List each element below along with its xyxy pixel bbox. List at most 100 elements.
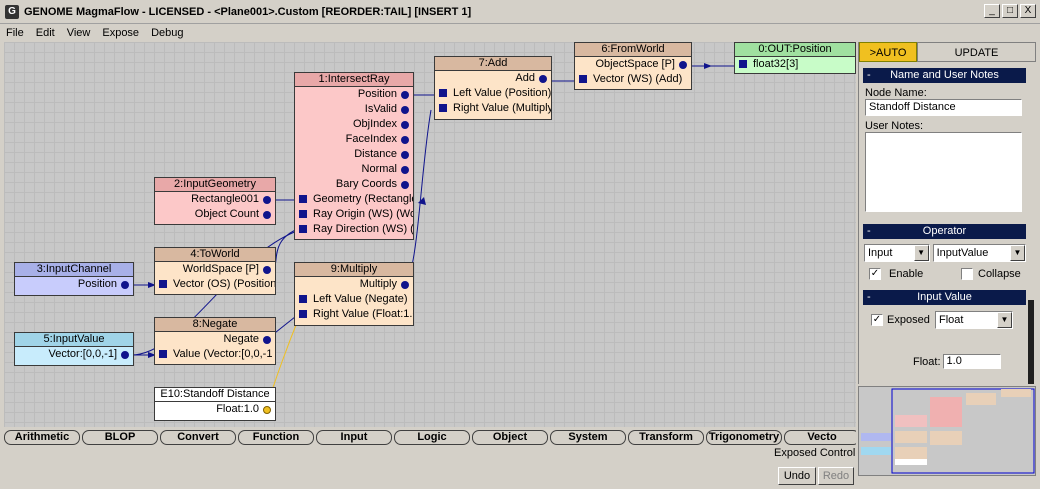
- section-name-notes[interactable]: - Name and User Notes: [863, 68, 1026, 83]
- collapse-icon[interactable]: -: [867, 290, 871, 305]
- minimap[interactable]: [858, 386, 1036, 476]
- output-port[interactable]: Bary Coords: [295, 177, 413, 192]
- output-port[interactable]: Normal: [295, 162, 413, 177]
- input-port[interactable]: Vector (OS) (Position: [155, 277, 275, 292]
- enable-checkbox[interactable]: ✓: [869, 268, 881, 280]
- socket-out-icon[interactable]: [263, 211, 271, 219]
- node-out-position[interactable]: 0:OUT:Position float32[3]: [734, 42, 856, 74]
- dropdown-arrow-icon[interactable]: ▼: [913, 245, 929, 261]
- collapse-icon[interactable]: -: [867, 68, 871, 83]
- collapse-checkbox[interactable]: [961, 268, 973, 280]
- menu-expose[interactable]: Expose: [96, 27, 145, 39]
- value-type-select[interactable]: Float ▼: [935, 311, 1013, 329]
- node-intersect-ray[interactable]: 1:IntersectRay Position IsValid ObjIndex…: [294, 72, 414, 240]
- category-trigonometry[interactable]: Trigonometry: [706, 430, 782, 445]
- section-operator[interactable]: - Operator: [863, 224, 1026, 239]
- socket-in-icon[interactable]: [439, 104, 447, 112]
- socket-in-icon[interactable]: [299, 195, 307, 203]
- output-port[interactable]: Add: [435, 71, 551, 86]
- socket-out-icon[interactable]: [401, 181, 409, 189]
- close-button[interactable]: X: [1020, 4, 1036, 18]
- menu-edit[interactable]: Edit: [30, 27, 61, 39]
- category-logic[interactable]: Logic: [394, 430, 470, 445]
- category-system[interactable]: System: [550, 430, 626, 445]
- output-port[interactable]: Negate: [155, 332, 275, 347]
- socket-out-icon[interactable]: [401, 106, 409, 114]
- node-name-field[interactable]: Standoff Distance: [865, 99, 1022, 116]
- output-port[interactable]: Multiply: [295, 277, 413, 292]
- socket-in-icon[interactable]: [299, 210, 307, 218]
- output-port[interactable]: ObjectSpace [P]: [575, 57, 691, 72]
- socket-out-icon[interactable]: [401, 166, 409, 174]
- input-port[interactable]: Right Value (Multiply): [435, 101, 551, 116]
- input-port[interactable]: Ray Direction (WS) (: [295, 222, 413, 237]
- user-notes-field[interactable]: [865, 132, 1022, 212]
- input-port[interactable]: Ray Origin (WS) (Wo: [295, 207, 413, 222]
- auto-tab[interactable]: >AUTO: [859, 42, 917, 62]
- dropdown-arrow-icon[interactable]: ▼: [1010, 245, 1025, 261]
- input-port[interactable]: Right Value (Float:1.0: [295, 307, 413, 322]
- socket-out-icon[interactable]: [539, 75, 547, 83]
- undo-button[interactable]: Undo: [778, 467, 816, 485]
- output-port[interactable]: FaceIndex: [295, 132, 413, 147]
- socket-out-icon[interactable]: [121, 281, 129, 289]
- menu-file[interactable]: File: [0, 27, 30, 39]
- socket-out-icon[interactable]: [679, 61, 687, 69]
- input-port[interactable]: Geometry (Rectangle: [295, 192, 413, 207]
- category-arithmetic[interactable]: Arithmetic: [4, 430, 80, 445]
- collapse-icon[interactable]: -: [867, 224, 871, 239]
- node-to-world[interactable]: 4:ToWorld WorldSpace [P] Vector (OS) (Po…: [154, 247, 276, 295]
- socket-out-icon[interactable]: [263, 406, 271, 414]
- node-input-geometry[interactable]: 2:InputGeometry Rectangle001 Object Coun…: [154, 177, 276, 225]
- input-port[interactable]: Left Value (Position): [435, 86, 551, 101]
- socket-out-icon[interactable]: [401, 121, 409, 129]
- output-port[interactable]: Position: [15, 277, 133, 292]
- node-negate[interactable]: 8:Negate Negate Value (Vector:[0,0,-1: [154, 317, 276, 365]
- menu-debug[interactable]: Debug: [145, 27, 189, 39]
- output-port[interactable]: Position: [295, 87, 413, 102]
- socket-in-icon[interactable]: [299, 225, 307, 233]
- socket-out-icon[interactable]: [401, 281, 409, 289]
- socket-out-icon[interactable]: [263, 336, 271, 344]
- socket-in-icon[interactable]: [299, 295, 307, 303]
- float-spinner[interactable]: 1.0: [942, 354, 1001, 369]
- category-function[interactable]: Function: [238, 430, 314, 445]
- redo-button[interactable]: Redo: [818, 467, 854, 485]
- category-transform[interactable]: Transform: [628, 430, 704, 445]
- socket-out-icon[interactable]: [401, 136, 409, 144]
- operator-type-select[interactable]: Input ▼: [864, 244, 930, 262]
- output-port[interactable]: Object Count: [155, 207, 275, 222]
- input-port[interactable]: Vector (WS) (Add): [575, 72, 691, 87]
- socket-in-icon[interactable]: [439, 89, 447, 97]
- panel-scrollbar[interactable]: [1028, 300, 1034, 384]
- minimize-button[interactable]: _: [984, 4, 1000, 18]
- socket-out-icon[interactable]: [121, 351, 129, 359]
- update-button[interactable]: UPDATE: [917, 42, 1036, 62]
- category-vector[interactable]: Vecto: [784, 430, 856, 445]
- output-port[interactable]: Rectangle001: [155, 192, 275, 207]
- node-from-world[interactable]: 6:FromWorld ObjectSpace [P] Vector (WS) …: [574, 42, 692, 90]
- dropdown-arrow-icon[interactable]: ▼: [997, 312, 1012, 328]
- node-input-channel[interactable]: 3:InputChannel Position: [14, 262, 134, 296]
- output-port[interactable]: WorldSpace [P]: [155, 262, 275, 277]
- maximize-button[interactable]: □: [1002, 4, 1018, 18]
- output-port[interactable]: Float:1.0: [155, 402, 275, 417]
- operator-subtype-select[interactable]: InputValue ▼: [932, 244, 1026, 262]
- socket-in-icon[interactable]: [159, 350, 167, 358]
- socket-out-icon[interactable]: [401, 151, 409, 159]
- node-multiply[interactable]: 9:Multiply Multiply Left Value (Negate) …: [294, 262, 414, 326]
- socket-in-icon[interactable]: [159, 280, 167, 288]
- socket-out-icon[interactable]: [401, 91, 409, 99]
- socket-in-icon[interactable]: [299, 310, 307, 318]
- output-port[interactable]: Distance: [295, 147, 413, 162]
- menu-view[interactable]: View: [61, 27, 97, 39]
- input-port[interactable]: Value (Vector:[0,0,-1: [155, 347, 275, 362]
- output-port[interactable]: IsValid: [295, 102, 413, 117]
- category-input[interactable]: Input: [316, 430, 392, 445]
- category-object[interactable]: Object: [472, 430, 548, 445]
- exposed-checkbox[interactable]: ✓: [871, 314, 883, 326]
- node-standoff-distance[interactable]: E10:Standoff Distance Float:1.0: [154, 387, 276, 421]
- socket-in-icon[interactable]: [579, 75, 587, 83]
- section-input-value[interactable]: - Input Value: [863, 290, 1026, 305]
- output-port[interactable]: ObjIndex: [295, 117, 413, 132]
